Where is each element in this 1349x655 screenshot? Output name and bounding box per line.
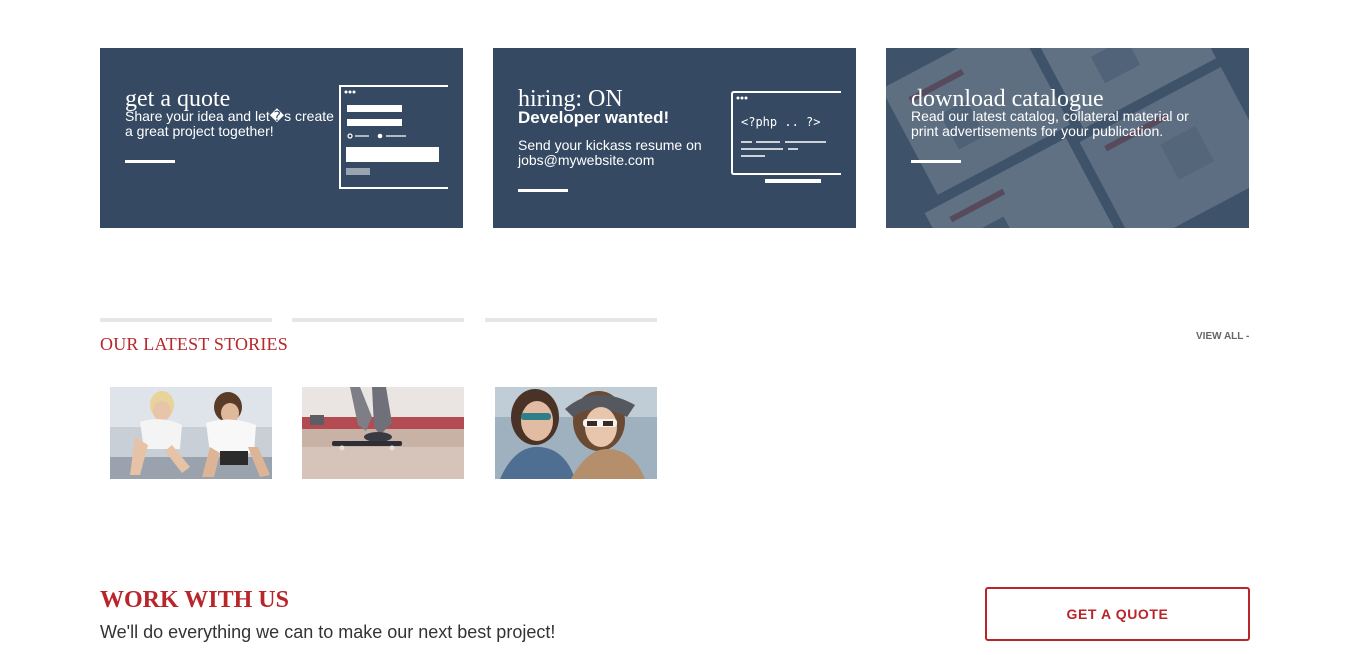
hiring-card[interactable]: hiring: ON Developer wanted! Send your k… [493, 48, 856, 228]
card-description: Share your idea and let�s create a great… [125, 108, 334, 139]
story-tab-bar [100, 318, 272, 322]
two-women-sunglasses-photo [495, 387, 657, 479]
story-thumbnail[interactable] [495, 387, 657, 479]
section-title: OUR LATEST STORIES [100, 334, 288, 354]
card-description: Read our latest catalog, collateral mate… [911, 108, 1189, 139]
get-quote-card[interactable]: get a quote Share your idea and let�s cr… [100, 48, 463, 228]
get-quote-button[interactable]: GET A QUOTE [985, 587, 1250, 641]
card-divider [518, 189, 568, 192]
story-tab-bar [292, 318, 464, 322]
code-window-icon: <?php .. ?> [731, 91, 841, 183]
card-divider [125, 160, 175, 163]
card-description: Send your kickass resume on jobs@mywebsi… [518, 137, 702, 168]
story-thumbnail[interactable] [302, 387, 464, 479]
view-all-link[interactable]: VIEW ALL - [1196, 331, 1249, 342]
story-tab-bar [485, 318, 657, 322]
download-catalogue-card[interactable]: download catalogue Read our latest catal… [886, 48, 1249, 228]
women-stretching-photo [110, 387, 272, 479]
card-subtitle: Developer wanted! [518, 108, 670, 127]
form-window-icon [339, 85, 448, 189]
skateboarder-legs-photo [302, 387, 464, 479]
cta-title: WORK WITH US [100, 587, 289, 613]
code-snippet: <?php .. ?> [741, 115, 820, 129]
card-divider [911, 160, 961, 163]
story-thumbnail[interactable] [110, 387, 272, 479]
cta-subtitle: We'll do everything we can to make our n… [100, 622, 556, 642]
